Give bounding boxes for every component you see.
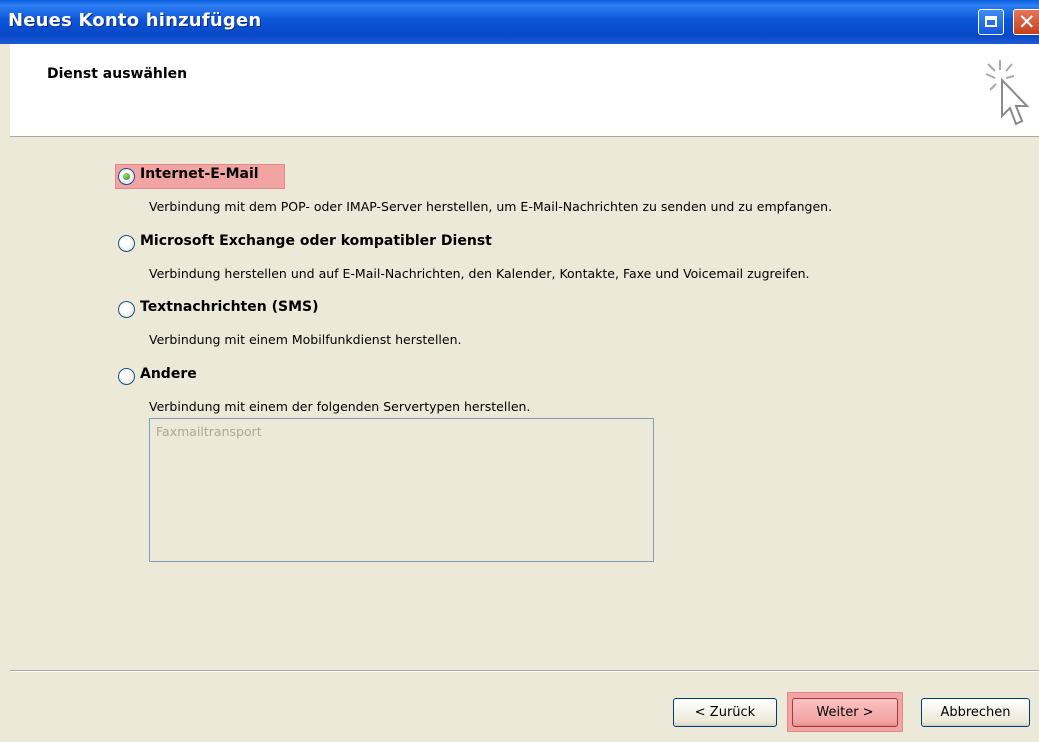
- option-description: Verbindung herstellen und auf E-Mail-Nac…: [149, 266, 810, 281]
- option-label: Microsoft Exchange oder kompatibler Dien…: [140, 233, 492, 249]
- footer-divider: [10, 670, 1039, 672]
- close-button[interactable]: ✕: [1013, 9, 1039, 35]
- maximize-button[interactable]: [978, 9, 1004, 35]
- option-label: Internet-E-Mail: [140, 166, 259, 182]
- radio-exchange[interactable]: [118, 235, 135, 252]
- window-title: Neues Konto hinzufügen: [8, 10, 262, 31]
- add-account-dialog: Neues Konto hinzufügen ✕ Dienst auswähle…: [0, 0, 1039, 742]
- title-bar[interactable]: Neues Konto hinzufügen ✕: [0, 0, 1039, 44]
- radio-checked-dot: [123, 173, 130, 180]
- maximize-icon: [985, 16, 997, 27]
- option-description: Verbindung mit einem der folgenden Serve…: [149, 399, 531, 414]
- service-options: Internet-E-Mail Verbindung mit dem POP- …: [10, 137, 1039, 670]
- next-button[interactable]: Weiter >: [792, 698, 898, 727]
- radio-sms[interactable]: [118, 301, 135, 318]
- page-title: Dienst auswählen: [47, 66, 188, 82]
- option-label: Andere: [140, 366, 197, 382]
- option-label: Textnachrichten (SMS): [140, 299, 319, 315]
- list-item[interactable]: Faxmailtransport: [156, 424, 262, 439]
- option-description: Verbindung mit dem POP- oder IMAP-Server…: [149, 199, 833, 214]
- server-type-list[interactable]: Faxmailtransport: [149, 418, 654, 562]
- back-button[interactable]: < Zurück: [673, 698, 777, 727]
- wizard-header: Dienst auswählen: [10, 44, 1039, 137]
- cancel-button[interactable]: Abbrechen: [921, 698, 1030, 727]
- radio-internet-email[interactable]: [118, 168, 135, 185]
- wizard-cursor-icon: [985, 60, 1030, 126]
- close-icon: ✕: [1018, 10, 1036, 34]
- option-description: Verbindung mit einem Mobilfunkdienst her…: [149, 332, 462, 347]
- radio-other[interactable]: [118, 368, 135, 385]
